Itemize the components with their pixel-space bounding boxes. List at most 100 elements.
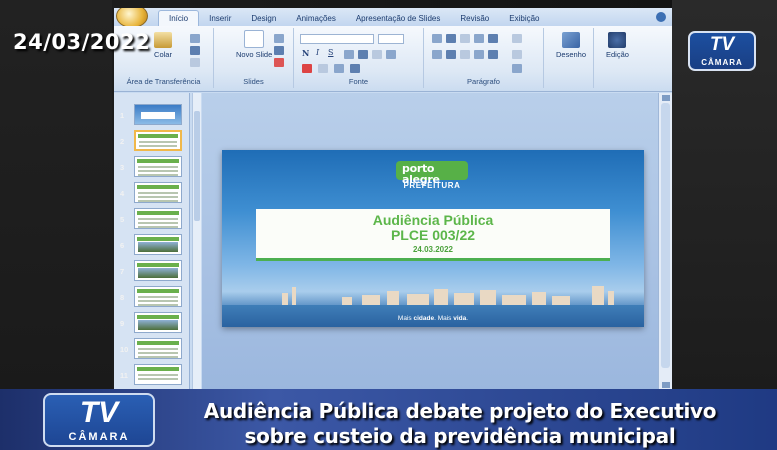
align-text-icon[interactable] <box>512 50 522 59</box>
city-skyline-image <box>222 279 644 305</box>
format-painter-icon[interactable] <box>190 58 200 67</box>
scroll-down-icon[interactable] <box>662 382 670 388</box>
binoculars-icon <box>608 32 627 48</box>
grow-font-icon[interactable] <box>318 64 328 73</box>
slide-number: 5 <box>120 215 125 224</box>
text-direction-icon[interactable] <box>512 34 522 43</box>
justify-icon[interactable] <box>474 50 484 59</box>
shapes-icon <box>562 32 581 48</box>
font-family-dropdown[interactable] <box>300 34 374 44</box>
font-group-label: Fonte <box>348 77 369 86</box>
vertical-scrollbar[interactable] <box>658 93 672 390</box>
slides-group: Novo Slide Slides <box>214 28 294 88</box>
tab-exibicao[interactable]: Exibição <box>499 11 549 26</box>
tab-revisao[interactable]: Revisão <box>450 11 499 26</box>
thumb-image <box>134 364 182 385</box>
columns-icon[interactable] <box>488 50 498 59</box>
help-icon[interactable] <box>656 12 666 22</box>
camara-logo-text: CÂMARA <box>701 58 743 67</box>
slide-thumbnail-2[interactable]: 2 <box>114 129 190 153</box>
thumb-image <box>134 312 182 333</box>
ribbon-tab-bar: Início Inserir Design Animações Apresent… <box>114 8 672 28</box>
tv-logo-text: TV <box>79 396 119 429</box>
slide-thumbnail-3[interactable]: 3 <box>114 155 190 179</box>
slide-thumbnail-10[interactable]: 10 <box>114 337 190 361</box>
slide-subtitle: PLCE 003/22 <box>390 227 476 243</box>
layout-icon[interactable] <box>274 34 284 43</box>
slide-thumbnail-1[interactable]: 1 <box>114 103 190 127</box>
tab-inserir[interactable]: Inserir <box>199 11 241 26</box>
slide-thumbnail-6[interactable]: 6 <box>114 233 190 257</box>
shrink-font-icon[interactable] <box>334 64 344 73</box>
slides-pane-scrollbar[interactable] <box>192 93 201 390</box>
tv-camara-logo-bottom: TV CÂMARA <box>43 393 155 447</box>
change-case-icon[interactable] <box>386 50 396 59</box>
char-spacing-icon[interactable] <box>372 50 382 59</box>
slide-thumbnail-9[interactable]: 9 <box>114 311 190 335</box>
tab-animacoes[interactable]: Animações <box>286 11 346 26</box>
slide-thumbnail-5[interactable]: 5 <box>114 207 190 231</box>
tv-camara-logo-top: TV CÂMARA <box>688 31 756 71</box>
editing-label: Edição <box>606 50 629 59</box>
copy-icon[interactable] <box>190 46 200 55</box>
numbering-icon[interactable] <box>446 34 456 43</box>
slide-number: 11 <box>120 371 128 380</box>
italic-icon[interactable]: I <box>316 48 319 57</box>
thumb-image <box>134 130 182 151</box>
tab-design[interactable]: Design <box>241 11 286 26</box>
line-spacing-icon[interactable] <box>488 34 498 43</box>
paste-button[interactable]: Colar <box>154 32 172 59</box>
tv-logo-text: TV <box>709 34 735 55</box>
reset-slide-icon[interactable] <box>274 46 284 55</box>
office-button-icon[interactable] <box>116 8 148 28</box>
slides-group-label: Slides <box>243 77 264 86</box>
align-center-icon[interactable] <box>446 50 456 59</box>
cut-icon[interactable] <box>190 34 200 43</box>
drawing-button[interactable]: Desenho <box>556 32 586 59</box>
headline-line-1: Audiência Pública debate projeto do Exec… <box>203 399 717 423</box>
paste-label: Colar <box>154 50 172 59</box>
font-size-dropdown[interactable] <box>378 34 404 44</box>
smartart-icon[interactable] <box>512 64 522 73</box>
underline-icon[interactable]: S <box>328 48 333 57</box>
slide-tagline: Mais cidade. Mais vida. <box>397 315 469 322</box>
thumb-image <box>134 234 182 255</box>
slides-pane-scroll-thumb[interactable] <box>194 111 200 221</box>
headline-line-2: sobre custeio da previdência municipal <box>244 424 676 448</box>
slide-thumbnail-8[interactable]: 8 <box>114 285 190 309</box>
slide-thumbnail-7[interactable]: 7 <box>114 259 190 283</box>
tab-apresentacao[interactable]: Apresentação de Slides <box>346 11 451 26</box>
clear-formatting-icon[interactable] <box>350 64 360 73</box>
align-left-icon[interactable] <box>432 50 442 59</box>
slides-pane: 1 2 3 4 5 6 7 8 9 10 11 <box>114 93 190 390</box>
shadow-icon[interactable] <box>358 50 368 59</box>
thumb-image <box>134 286 182 307</box>
drawing-group: Desenho <box>544 28 594 88</box>
slide-thumbnail-11[interactable]: 11 <box>114 363 190 387</box>
slide-number: 9 <box>120 319 125 328</box>
tab-inicio[interactable]: Início <box>158 10 200 26</box>
strikethrough-icon[interactable] <box>344 50 354 59</box>
thumb-image <box>134 208 182 229</box>
font-color-icon[interactable] <box>302 64 312 73</box>
vertical-scroll-thumb[interactable] <box>661 103 670 368</box>
scroll-up-icon[interactable] <box>662 95 670 101</box>
align-right-icon[interactable] <box>460 50 470 59</box>
slide-number: 10 <box>120 345 129 354</box>
current-slide[interactable]: porto alegre PREFEITURA Audiência Públic… <box>222 150 644 327</box>
slide-title-card: Audiência Pública PLCE 003/22 24.03.2022 <box>256 209 610 261</box>
thumb-image <box>134 104 182 125</box>
slide-thumbnail-4[interactable]: 4 <box>114 181 190 205</box>
new-slide-button[interactable]: Novo Slide <box>236 30 272 59</box>
thumb-image <box>134 338 182 359</box>
decrease-indent-icon[interactable] <box>460 34 470 43</box>
slide-number: 7 <box>120 267 125 276</box>
thumb-image <box>134 182 182 203</box>
editing-group: Edição <box>594 28 640 88</box>
broadcast-date: 24/03/2022 <box>13 30 151 54</box>
increase-indent-icon[interactable] <box>474 34 484 43</box>
bullets-icon[interactable] <box>432 34 442 43</box>
delete-slide-icon[interactable] <box>274 58 284 67</box>
editing-button[interactable]: Edição <box>606 32 629 59</box>
bold-icon[interactable]: N <box>302 48 309 58</box>
